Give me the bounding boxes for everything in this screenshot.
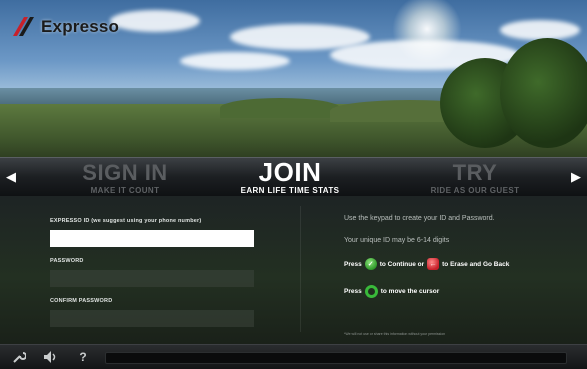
continue-button-icon: ✓ xyxy=(364,258,377,270)
mode-tab-bar: ◀ SIGN IN MAKE IT COUNT JOIN EARN LIFE T… xyxy=(0,157,587,197)
instruction-line-1: Use the keypad to create your ID and Pas… xyxy=(344,215,495,222)
volume-icon[interactable] xyxy=(40,349,62,365)
progress-track xyxy=(105,352,567,364)
help-icon[interactable]: ? xyxy=(76,349,90,365)
cloud xyxy=(110,10,200,32)
scenic-background: Expresso xyxy=(0,0,587,160)
continue-text: to Continue or xyxy=(379,260,425,268)
confirm-password-label: CONFIRM PASSWORD xyxy=(50,298,113,304)
continue-erase-instruction: Press ✓ to Continue or ← to Erase and Go… xyxy=(344,258,509,270)
confirm-password-input[interactable] xyxy=(50,310,254,327)
privacy-disclaimer: *We will not use or share this informati… xyxy=(344,332,446,336)
erase-button-icon: ← xyxy=(427,258,440,270)
press-text: Press xyxy=(344,260,362,268)
wrench-icon[interactable] xyxy=(10,349,28,365)
tree xyxy=(500,38,587,148)
press-text: Press xyxy=(344,288,362,295)
tab-sign-in-title: SIGN IN xyxy=(82,160,168,185)
expresso-id-input[interactable] xyxy=(50,230,254,247)
cursor-ring-icon xyxy=(364,285,378,298)
chevron-left-icon[interactable]: ◀ xyxy=(4,167,18,187)
chevron-right-icon[interactable]: ▶ xyxy=(569,167,583,187)
tab-join[interactable]: JOIN EARN LIFE TIME STATS xyxy=(230,158,350,196)
tab-try-subtitle: RIDE AS OUR GUEST xyxy=(430,186,520,195)
tab-sign-in-subtitle: MAKE IT COUNT xyxy=(90,186,160,195)
hill-ridge xyxy=(220,98,340,118)
logo: Expresso xyxy=(10,14,119,40)
tab-join-title: JOIN xyxy=(258,157,322,187)
tab-join-subtitle: EARN LIFE TIME STATS xyxy=(240,186,340,195)
tab-sign-in[interactable]: SIGN IN MAKE IT COUNT xyxy=(60,158,190,196)
expresso-logo-icon xyxy=(10,14,36,40)
panel-divider xyxy=(300,206,301,332)
tab-try[interactable]: TRY RIDE AS OUR GUEST xyxy=(405,158,545,196)
bottom-toolbar: ? xyxy=(0,344,587,369)
expresso-id-label: EXPRESSO ID (we suggest using your phone… xyxy=(50,218,202,224)
cloud xyxy=(500,20,580,40)
erase-text: to Erase and Go Back xyxy=(442,260,510,268)
cursor-text: to move the cursor xyxy=(380,288,440,295)
password-input[interactable] xyxy=(50,270,254,287)
expresso-app: Expresso ◀ SIGN IN MAKE IT COUNT JOIN EA… xyxy=(0,0,587,369)
password-label: PASSWORD xyxy=(50,258,84,264)
cloud xyxy=(180,52,290,70)
join-panel: EXPRESSO ID (we suggest using your phone… xyxy=(0,196,587,344)
instruction-line-2: Your unique ID may be 6-14 digits xyxy=(344,237,450,244)
cursor-instruction: Press to move the cursor xyxy=(344,285,439,298)
logo-text: Expresso xyxy=(41,17,120,36)
tab-try-title: TRY xyxy=(452,160,498,185)
